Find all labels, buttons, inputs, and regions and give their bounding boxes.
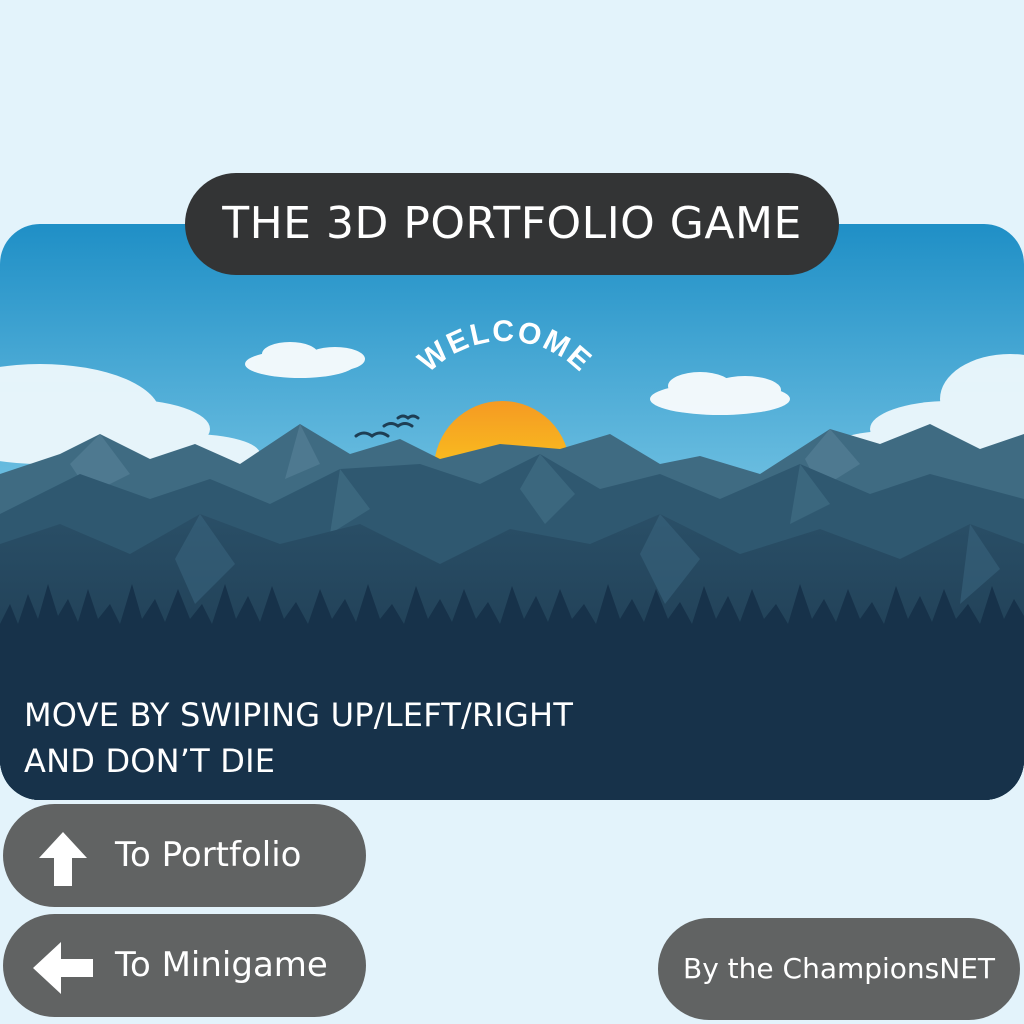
to-minigame-button[interactable]: To Minigame xyxy=(3,914,366,1017)
credit-badge: By the ChampionsNET xyxy=(658,918,1020,1020)
game-instructions: MOVE BY SWIPING UP/LEFT/RIGHT AND DON’T … xyxy=(24,692,573,784)
page-title: THE 3D PORTFOLIO GAME xyxy=(185,173,839,275)
arrow-up-icon xyxy=(39,832,87,886)
instruction-line-2: AND DON’T DIE xyxy=(24,742,276,780)
game-start-screen: WELCOME THE 3D PORTFOLIO GAME MOVE BY SW… xyxy=(0,0,1024,1024)
instruction-line-1: MOVE BY SWIPING UP/LEFT/RIGHT xyxy=(24,696,574,734)
to-portfolio-button[interactable]: To Portfolio xyxy=(3,804,366,907)
to-minigame-label: To Minigame xyxy=(115,945,328,985)
arrow-left-icon xyxy=(33,942,93,994)
to-portfolio-label: To Portfolio xyxy=(115,835,302,875)
